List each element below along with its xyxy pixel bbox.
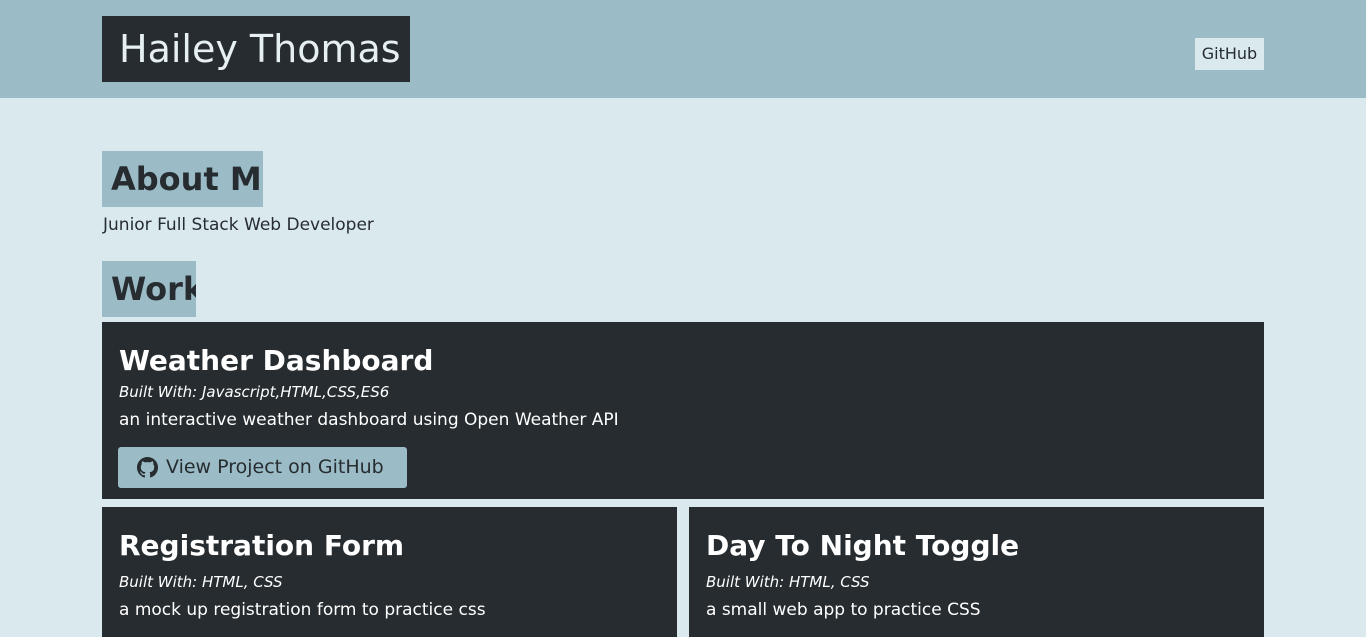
project-title: Day To Night Toggle [706, 529, 1020, 562]
project-card-weather-dashboard: Weather Dashboard Built With: Javascript… [102, 322, 1264, 499]
about-heading: About Me [102, 151, 263, 207]
project-card-day-to-night-toggle: Day To Night Toggle Built With: HTML, CS… [689, 507, 1264, 637]
github-nav-link[interactable]: GitHub [1195, 38, 1264, 70]
project-description: an interactive weather dashboard using O… [119, 410, 619, 430]
project-title: Registration Form [119, 529, 405, 562]
site-title: Hailey Thomas [102, 16, 410, 82]
view-project-button-label: View Project on GitHub [166, 456, 384, 478]
project-description: a small web app to practice CSS [706, 600, 981, 620]
work-heading: Work [102, 261, 196, 317]
project-description: a mock up registration form to practice … [119, 600, 486, 620]
project-built-with: Built With: Javascript,HTML,CSS,ES6 [119, 383, 390, 401]
view-project-button[interactable]: View Project on GitHub [118, 447, 407, 488]
about-text: Junior Full Stack Web Developer [103, 215, 374, 235]
github-icon [137, 457, 158, 478]
project-card-registration-form: Registration Form Built With: HTML, CSS … [102, 507, 677, 637]
project-title: Weather Dashboard [119, 344, 434, 377]
project-built-with: Built With: HTML, CSS [706, 573, 870, 591]
site-header: Hailey Thomas GitHub [0, 0, 1366, 98]
project-built-with: Built With: HTML, CSS [119, 573, 283, 591]
